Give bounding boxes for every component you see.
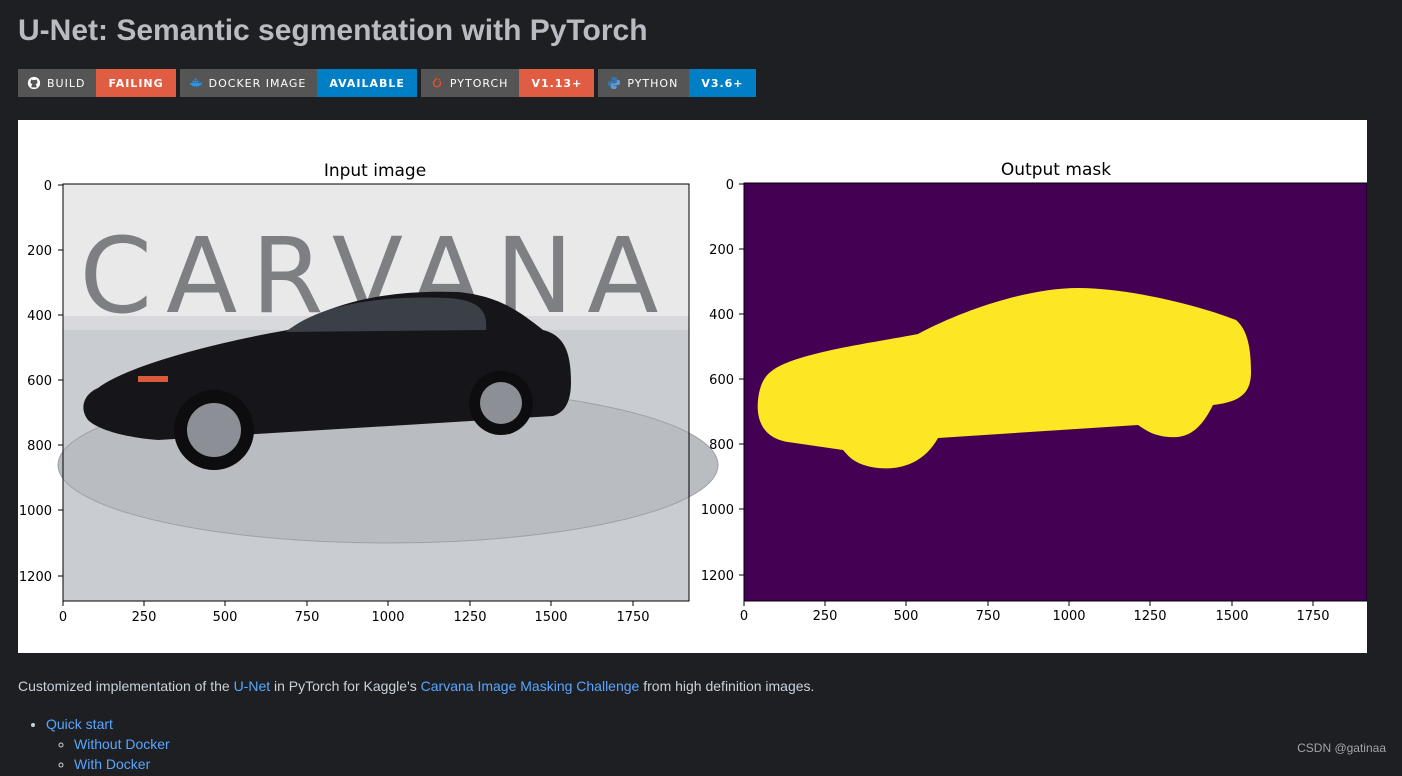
x-tick: 750: [295, 610, 320, 625]
badge-value: V3.6+: [689, 69, 756, 97]
y-tick: 400: [709, 308, 734, 323]
description-text: Customized implementation of the: [18, 678, 234, 694]
table-of-contents: Quick start Without Docker With Docker: [18, 716, 170, 776]
unet-link[interactable]: U-Net: [234, 678, 271, 694]
y-tick: 1200: [701, 569, 734, 584]
y-tick: 600: [709, 373, 734, 388]
docker-icon: [189, 78, 203, 87]
x-tick: 250: [813, 609, 838, 624]
docker-badge[interactable]: DOCKER IMAGE AVAILABLE: [179, 69, 417, 97]
y-tick: 0: [44, 179, 52, 194]
y-tick: 800: [27, 439, 52, 454]
x-tick: 0: [740, 609, 748, 624]
result-figure: Input image CARVANA 0 250 500 750 1000 1…: [18, 120, 1367, 653]
input-x-axis: 0 250 500 750 1000 1250 1500 1750: [59, 601, 650, 625]
description: Customized implementation of the U-Net i…: [18, 678, 814, 694]
x-tick: 1000: [1052, 609, 1085, 624]
x-tick: 1750: [1296, 609, 1329, 624]
y-tick: 0: [726, 178, 734, 193]
input-y-axis: 0 200 400 600 800 1000 1200: [19, 179, 63, 585]
output-mask: [744, 183, 1367, 601]
x-tick: 1250: [1133, 609, 1166, 624]
build-badge[interactable]: BUILD FAILING: [18, 69, 176, 97]
badge-label: BUILD: [47, 76, 86, 90]
x-tick: 250: [132, 610, 157, 625]
carvana-challenge-link[interactable]: Carvana Image Masking Challenge: [421, 678, 640, 694]
python-icon: [608, 76, 621, 90]
output-y-axis: 0 200 400 600 800 1000 1200: [701, 178, 744, 584]
badge-value: AVAILABLE: [317, 69, 417, 97]
pytorch-icon: [432, 77, 442, 88]
y-tick: 1000: [19, 504, 52, 519]
input-image-title: Input image: [324, 161, 426, 181]
description-text: in PyTorch for Kaggle's: [270, 678, 421, 694]
x-tick: 1000: [371, 610, 404, 625]
y-tick: 1200: [19, 570, 52, 585]
y-tick: 400: [27, 309, 52, 324]
badge-label: PYTHON: [627, 76, 679, 90]
y-tick: 800: [709, 438, 734, 453]
badge-row: BUILD FAILING DOCKER IMAGE AVAILABLE PYT…: [18, 69, 756, 97]
toc-subitem: Without Docker: [74, 736, 170, 752]
y-tick: 200: [27, 244, 52, 259]
page-title: U-Net: Semantic segmentation with PyTorc…: [18, 14, 648, 47]
x-tick: 0: [59, 610, 67, 625]
badge-value: FAILING: [96, 69, 176, 97]
toc-link-with-docker[interactable]: With Docker: [74, 756, 150, 772]
pytorch-badge[interactable]: PYTORCH V1.13+: [420, 69, 595, 97]
python-badge[interactable]: PYTHON V3.6+: [598, 69, 756, 97]
y-tick: 1000: [701, 503, 734, 518]
x-tick: 750: [976, 609, 1001, 624]
input-image: CARVANA: [57, 184, 719, 601]
x-tick: 1500: [1215, 609, 1248, 624]
toc-item: Quick start Without Docker With Docker: [46, 716, 170, 772]
x-tick: 500: [894, 609, 919, 624]
csdn-watermark: CSDN @gatinaa: [1297, 741, 1386, 755]
x-tick: 500: [213, 610, 238, 625]
y-tick: 600: [27, 374, 52, 389]
github-icon: [27, 76, 41, 90]
description-text: from high definition images.: [639, 678, 815, 694]
y-tick: 200: [709, 243, 734, 258]
badge-label: DOCKER IMAGE: [208, 76, 307, 90]
toc-subitem: With Docker: [74, 756, 170, 772]
badge-value: V1.13+: [519, 69, 595, 97]
badge-label: PYTORCH: [449, 76, 509, 90]
toc-link-quick-start[interactable]: Quick start: [46, 716, 113, 732]
output-mask-title: Output mask: [1001, 160, 1111, 180]
x-tick: 1500: [534, 610, 567, 625]
toc-link-without-docker[interactable]: Without Docker: [74, 736, 170, 752]
x-tick: 1750: [616, 610, 649, 625]
output-x-axis: 0 250 500 750 1000 1250 1500 1750: [740, 601, 1330, 624]
x-tick: 1250: [453, 610, 486, 625]
